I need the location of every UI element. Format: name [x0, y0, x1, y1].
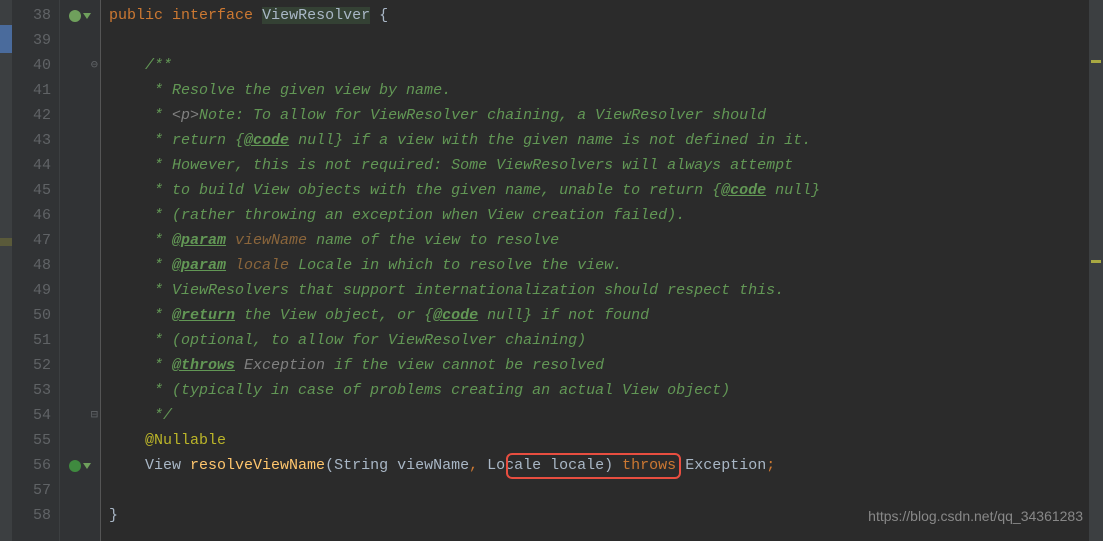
line-number[interactable]: 47: [12, 228, 51, 253]
line-number[interactable]: 58: [12, 503, 51, 528]
line-number[interactable]: 38: [12, 3, 51, 28]
fold-minus-icon[interactable]: ⊖: [91, 53, 98, 78]
override-icon: [69, 460, 81, 472]
line-number[interactable]: 42: [12, 103, 51, 128]
line-number[interactable]: 40: [12, 53, 51, 78]
interface-icon: [69, 10, 81, 22]
code-line: * However, this is not required: Some Vi…: [109, 153, 1103, 178]
line-number[interactable]: 50: [12, 303, 51, 328]
left-marker: [0, 25, 12, 53]
gutter-icon-override[interactable]: [60, 453, 100, 478]
code-line: * to build View objects with the given n…: [109, 178, 1103, 203]
code-line: * @param viewName name of the view to re…: [109, 228, 1103, 253]
scrollbar-track[interactable]: [1089, 0, 1103, 541]
line-number[interactable]: 56: [12, 453, 51, 478]
implemented-icon: [83, 13, 91, 19]
watermark-text: https://blog.csdn.net/qq_34361283: [868, 504, 1083, 529]
left-marker-2: [0, 238, 12, 246]
code-line: * ViewResolvers that support internation…: [109, 278, 1103, 303]
code-line: @Nullable: [109, 428, 1103, 453]
line-number[interactable]: 44: [12, 153, 51, 178]
gutter-icon-strip: ⊖ ⊟: [60, 0, 100, 541]
code-line: * <p>Note: To allow for ViewResolver cha…: [109, 103, 1103, 128]
code-line: public interface ViewResolver {: [109, 3, 1103, 28]
code-line: [109, 478, 1103, 503]
line-number[interactable]: 51: [12, 328, 51, 353]
code-line: */: [109, 403, 1103, 428]
left-margin-strip: [0, 0, 12, 541]
line-number[interactable]: 49: [12, 278, 51, 303]
line-number-gutter: 38 39 40 41 42 43 44 45 46 47 48 49 50 5…: [12, 0, 60, 541]
code-line: * @return the View object, or {@code nul…: [109, 303, 1103, 328]
code-line: [109, 28, 1103, 53]
line-number[interactable]: 53: [12, 378, 51, 403]
code-line: * (typically in case of problems creatin…: [109, 378, 1103, 403]
code-editor-area[interactable]: public interface ViewResolver { /** * Re…: [100, 0, 1103, 541]
editor-container: 38 39 40 41 42 43 44 45 46 47 48 49 50 5…: [0, 0, 1103, 541]
line-number[interactable]: 46: [12, 203, 51, 228]
line-number[interactable]: 43: [12, 128, 51, 153]
fold-end-icon[interactable]: ⊟: [91, 403, 98, 428]
line-number[interactable]: 52: [12, 353, 51, 378]
scrollbar-warning-marker[interactable]: [1091, 260, 1101, 263]
code-line: * Resolve the given view by name.: [109, 78, 1103, 103]
implemented-icon: [83, 463, 91, 469]
gutter-icon-implements[interactable]: [60, 3, 100, 28]
code-line: * @param locale Locale in which to resol…: [109, 253, 1103, 278]
code-line: * (optional, to allow for ViewResolver c…: [109, 328, 1103, 353]
code-line: View resolveViewName(String viewName, Lo…: [109, 453, 1103, 478]
scrollbar-warning-marker[interactable]: [1091, 60, 1101, 63]
code-line: /**: [109, 53, 1103, 78]
code-line: * return {@code null} if a view with the…: [109, 128, 1103, 153]
line-number[interactable]: 48: [12, 253, 51, 278]
line-number[interactable]: 45: [12, 178, 51, 203]
code-line: * @throws Exception if the view cannot b…: [109, 353, 1103, 378]
code-line: * (rather throwing an exception when Vie…: [109, 203, 1103, 228]
line-number[interactable]: 54: [12, 403, 51, 428]
line-number[interactable]: 55: [12, 428, 51, 453]
line-number[interactable]: 57: [12, 478, 51, 503]
line-number[interactable]: 39: [12, 28, 51, 53]
line-number[interactable]: 41: [12, 78, 51, 103]
